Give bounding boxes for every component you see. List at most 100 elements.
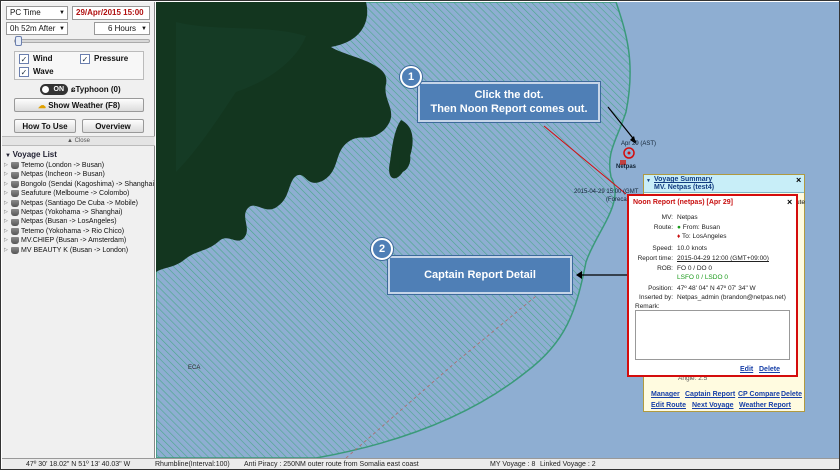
list-item[interactable]: ▷ Tetemo (London -> Busan): [4, 161, 154, 170]
route-to: ♦ To: LosAngeles: [677, 233, 726, 240]
callout2-text: Captain Report Detail: [424, 269, 536, 281]
chevron-down-icon: ▼: [5, 153, 13, 159]
delete-report-link[interactable]: Delete: [759, 366, 780, 373]
expand-icon[interactable]: ▷: [4, 246, 11, 255]
pressure-label: Pressure: [94, 54, 129, 63]
noon-report-popup: Noon Report (netpas) [Apr 29] × MV: Netp…: [627, 194, 798, 377]
overview-label: Overview: [95, 122, 131, 131]
ship-label[interactable]: Netpas: [616, 164, 636, 170]
voyage-label: MV.CHIEP (Busan -> Amsterdam): [21, 237, 127, 245]
how-to-use-label: How To Use: [22, 122, 68, 131]
callout1-line2: Then Noon Report comes out.: [430, 103, 588, 115]
expand-icon[interactable]: ▷: [4, 236, 11, 245]
list-item[interactable]: ▷ Netpas (Busan -> LosAngeles): [4, 217, 154, 226]
voyage-label: Netpas (Yokohama -> Shanghai): [21, 208, 123, 216]
wind-label: Wind: [33, 54, 53, 63]
remark-label: Remark:: [635, 303, 660, 310]
delete-link[interactable]: Delete: [781, 391, 802, 398]
point-label: Apr 29 (AST): [621, 141, 657, 147]
wave-checkbox[interactable]: ✓: [19, 67, 29, 77]
eca-label: ECA: [188, 365, 201, 371]
wave-label: Wave: [33, 67, 54, 76]
edit-link[interactable]: Edit: [740, 366, 753, 373]
inserted-value: Netpas_admin (brandon@netpas.net): [677, 294, 786, 301]
rob-value-1: FO 0 / DO 0: [677, 265, 713, 272]
captain-report-link[interactable]: Captain Report: [685, 391, 735, 398]
next-voyage-link[interactable]: Next Voyage: [692, 402, 734, 409]
time-mode-select[interactable]: PC Time ▼: [6, 6, 68, 20]
route-to-text: To: LosAngeles: [682, 233, 727, 240]
expand-icon[interactable]: ▷: [4, 180, 11, 189]
noon-report-close-icon[interactable]: ×: [787, 198, 792, 207]
edit-route-link[interactable]: Edit Route: [651, 402, 686, 409]
offset-value: 0h 52m After: [10, 24, 56, 33]
chevron-down-icon[interactable]: ▼: [646, 178, 651, 184]
expand-icon[interactable]: ▷: [4, 189, 11, 198]
wind-checkbox[interactable]: ✓: [19, 54, 29, 64]
noon-report-title: Noon Report (netpas) [Apr 29]: [633, 199, 733, 206]
expand-icon[interactable]: ▷: [4, 170, 11, 179]
list-item[interactable]: ▷ Seafuture (Melbourne -> Colombo): [4, 189, 154, 198]
list-item[interactable]: ▷ Netpas (Yokohama -> Shanghai): [4, 208, 154, 217]
callout-captain-report: Captain Report Detail: [388, 256, 572, 294]
app-window: PC Time ▼ 29/Apr/2015 15:00 0h 52m After…: [0, 0, 840, 470]
voyage-summary-header: Voyage Summary MV. Netpas (test4): [644, 175, 804, 193]
pressure-checkbox[interactable]: ✓: [80, 54, 90, 64]
expand-icon[interactable]: ▷: [4, 217, 11, 226]
voyage-label: Tetemo (Yokohama -> Rio Chico): [21, 227, 125, 235]
voyage-summary-subtitle: MV. Netpas (test4): [654, 184, 715, 191]
voyage-summary-close-icon[interactable]: ×: [796, 176, 801, 185]
how-to-use-button[interactable]: How To Use: [14, 119, 76, 133]
offset-field[interactable]: 0h 52m After ▼: [6, 22, 68, 35]
expand-icon[interactable]: ▷: [4, 227, 11, 236]
inserted-label: Inserted by:: [639, 294, 673, 301]
typhoon-count: Typhoon (0): [75, 85, 121, 94]
list-item[interactable]: ▷ Tetemo (Yokohama -> Rio Chico): [4, 227, 154, 236]
on-toggle[interactable]: ON: [40, 84, 68, 95]
interval-select[interactable]: 6 Hours ▼: [94, 22, 150, 35]
voyage-summary-title: Voyage Summary: [654, 176, 713, 183]
time-slider[interactable]: [14, 36, 150, 46]
cp-compare-link[interactable]: CP Compare: [738, 391, 780, 398]
noon-dot: [627, 151, 631, 155]
weather-report-link[interactable]: Weather Report: [739, 402, 791, 409]
voyage-label: Bongolo (Sendai (Kagoshima) -> Shanghai: [20, 180, 154, 188]
chevron-up-icon: ▲: [67, 138, 75, 144]
ship-icon: [11, 199, 19, 207]
date-value: 29/Apr/2015 15:00: [76, 8, 144, 17]
report-time-value[interactable]: 2015-04-29 12:00 (GMT+09:00): [677, 255, 769, 262]
close-bar[interactable]: ▲ Close: [2, 136, 155, 146]
voyage-label: Tetemo (London -> Busan): [21, 162, 105, 169]
list-item[interactable]: ▷ MV.CHIEP (Busan -> Amsterdam): [4, 236, 154, 245]
close-label: Close: [74, 138, 90, 144]
overview-button[interactable]: Overview: [82, 119, 144, 133]
left-panel: PC Time ▼ 29/Apr/2015 15:00 0h 52m After…: [2, 2, 155, 458]
route-from-text: From: Busan: [682, 224, 720, 231]
time-mode-value: PC Time: [10, 8, 41, 17]
route-from: ● From: Busan: [677, 224, 720, 231]
position-value: 47º 48' 04" N 47º 07' 34" W: [677, 285, 756, 292]
show-weather-button[interactable]: ☁ Show Weather (F8): [14, 98, 144, 112]
voyage-list: ▷ Tetemo (London -> Busan) ▷ Netpas (Inche…: [4, 161, 154, 255]
interval-value: 6 Hours: [107, 24, 136, 33]
speed-value: 10.0 knots: [677, 245, 707, 252]
remark-textarea[interactable]: [635, 310, 790, 360]
date-field[interactable]: 29/Apr/2015 15:00: [72, 6, 150, 20]
list-item[interactable]: ▷ MV BEAUTY K (Busan -> London): [4, 246, 154, 255]
slider-handle[interactable]: [15, 36, 22, 46]
list-item[interactable]: ▷ Bongolo (Sendai (Kagoshima) -> Shanghai: [4, 180, 154, 189]
list-item[interactable]: ▷ Netpas (Incheon -> Busan): [4, 170, 154, 179]
voyage-label: Netpas (Incheon -> Busan): [21, 171, 105, 179]
speed-label: Speed:: [652, 245, 673, 252]
expand-icon[interactable]: ▷: [4, 208, 11, 217]
manager-link[interactable]: Manager: [651, 391, 680, 398]
voyage-list-title: ▼ Voyage List: [5, 150, 57, 159]
ship-icon: [11, 190, 19, 198]
expand-icon[interactable]: ▷: [4, 199, 11, 208]
list-item[interactable]: ▷ Netpas (Santiago De Cuba -> Mobile): [4, 199, 154, 208]
voyage-label: Netpas (Santiago De Cuba -> Mobile): [21, 199, 138, 207]
rob-label: ROB:: [657, 265, 673, 272]
expand-icon[interactable]: ▷: [4, 161, 11, 170]
chevron-down-icon: ▼: [141, 26, 147, 32]
chevron-down-icon: ▼: [59, 26, 65, 32]
